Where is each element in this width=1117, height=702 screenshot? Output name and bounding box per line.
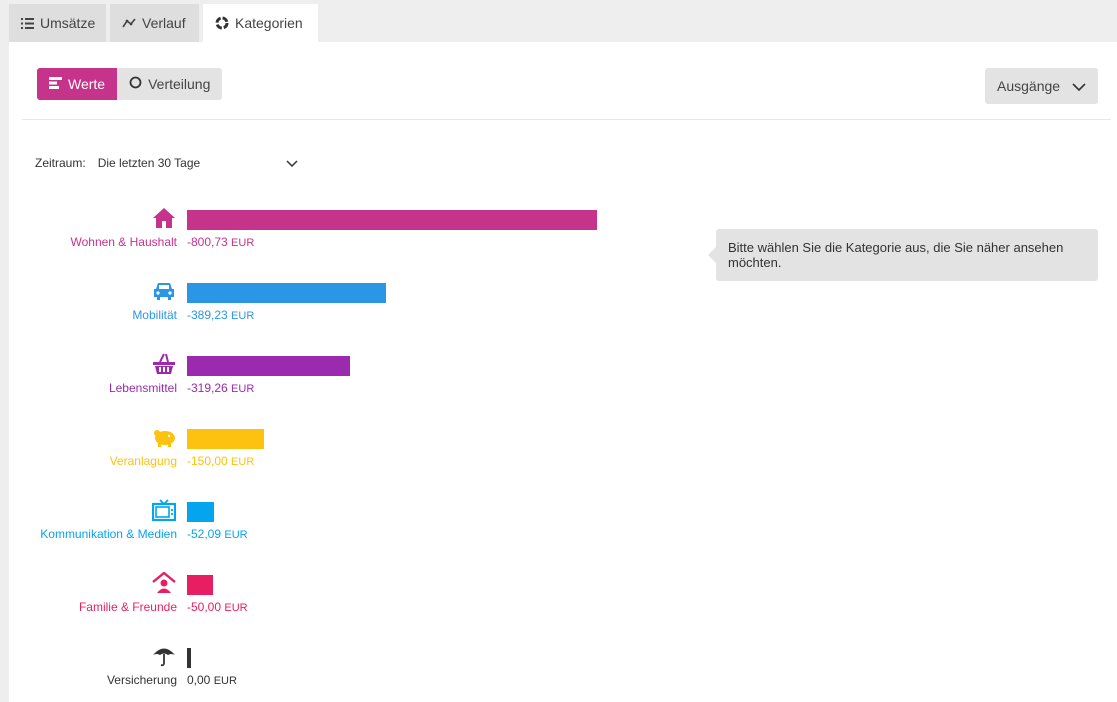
amount-value: -150,00	[187, 454, 232, 468]
bars-icon	[49, 76, 62, 92]
amount-currency: EUR	[231, 383, 255, 395]
verteilung-button[interactable]: Verteilung	[117, 68, 223, 100]
category-bar[interactable]	[187, 648, 191, 668]
period-select[interactable]: Die letzten 30 Tage	[98, 156, 298, 170]
line-chart-icon	[122, 16, 136, 30]
werte-label: Werte	[68, 76, 106, 92]
amount-currency: EUR	[231, 456, 255, 468]
period-label: Zeitraum:	[35, 156, 86, 170]
category-label: Mobilität	[132, 308, 177, 322]
amount-currency: EUR	[224, 529, 248, 541]
tv-icon	[151, 499, 177, 523]
amount-currency: EUR	[224, 602, 248, 614]
category-label: Versicherung	[106, 673, 177, 687]
category-row[interactable]: Versicherung 0,00 EUR	[9, 645, 709, 702]
category-row[interactable]: Mobilität -389,23 EUR	[9, 280, 709, 340]
category-row[interactable]: Veranlagung -150,00 EUR	[9, 426, 709, 486]
tab-umsaetze[interactable]: Umsätze	[9, 4, 106, 42]
amount-value: -389,23	[187, 308, 232, 322]
period-filter: Zeitraum: Die letzten 30 Tage	[35, 156, 298, 170]
category-label: Kommunikation & Medien	[40, 527, 177, 541]
tooltip-text: Bitte wählen Sie die Kategorie aus, die …	[728, 240, 1064, 270]
list-icon	[21, 16, 34, 30]
category-label: Familie & Freunde	[78, 600, 177, 614]
donut-icon	[215, 16, 229, 30]
umbrella-icon	[151, 645, 177, 669]
car-icon	[151, 280, 177, 304]
category-amount: -319,26 EUR	[187, 381, 254, 395]
amount-currency: EUR	[213, 675, 237, 687]
category-row[interactable]: Wohnen & Haushalt -800,73 EUR	[9, 207, 709, 267]
hint-tooltip: Bitte wählen Sie die Kategorie aus, die …	[708, 229, 1098, 281]
category-label: Wohnen & Haushalt	[70, 235, 177, 249]
category-amount: -50,00 EUR	[187, 600, 248, 614]
category-bar[interactable]	[187, 356, 351, 376]
amount-value: -52,09	[187, 527, 225, 541]
amount-value: 0,00	[187, 673, 214, 687]
chevron-down-icon	[1072, 78, 1086, 94]
circle-icon	[129, 76, 142, 92]
amount-currency: EUR	[231, 237, 255, 249]
category-row[interactable]: Lebensmittel -319,26 EUR	[9, 353, 709, 413]
amount-currency: EUR	[231, 310, 255, 322]
family-icon	[151, 572, 177, 596]
period-value: Die letzten 30 Tage	[97, 156, 201, 170]
piggy-bank-icon	[151, 426, 177, 450]
category-bar[interactable]	[187, 210, 597, 230]
tab-label: Verlauf	[142, 15, 186, 31]
category-amount: 0,00 EUR	[187, 673, 237, 687]
category-row[interactable]: Familie & Freunde -50,00 EUR	[9, 572, 709, 632]
tab-label: Umsätze	[40, 15, 96, 31]
divider	[22, 119, 1111, 120]
house-icon	[151, 207, 177, 231]
category-amount: -52,09 EUR	[187, 527, 248, 541]
tab-label: Kategorien	[235, 15, 303, 31]
view-toggle: Werte Verteilung	[37, 68, 223, 100]
category-amount: -800,73 EUR	[187, 235, 254, 249]
category-row[interactable]: Kommunikation & Medien -52,09 EUR	[9, 499, 709, 559]
amount-value: -50,00	[187, 600, 225, 614]
category-bar[interactable]	[187, 429, 264, 449]
category-amount: -389,23 EUR	[187, 308, 254, 322]
category-bar[interactable]	[187, 575, 213, 595]
tab-kategorien[interactable]: Kategorien	[203, 4, 318, 42]
category-label: Veranlagung	[109, 454, 177, 468]
werte-button[interactable]: Werte	[37, 68, 118, 100]
amount-value: -800,73	[187, 235, 232, 249]
direction-select[interactable]: Ausgänge	[985, 68, 1098, 104]
basket-icon	[151, 353, 177, 377]
amount-value: -319,26	[187, 381, 232, 395]
tab-verlauf[interactable]: Verlauf	[110, 4, 199, 42]
verteilung-label: Verteilung	[148, 76, 211, 92]
chevron-down-icon	[286, 156, 298, 170]
direction-value: Ausgänge	[997, 78, 1061, 94]
tab-bar: Umsätze Verlauf Kategorien	[0, 0, 1117, 42]
categories-panel: Werte Verteilung Ausgänge Zeitraum: Die …	[9, 42, 1117, 702]
category-amount: -150,00 EUR	[187, 454, 254, 468]
category-bar[interactable]	[187, 502, 214, 522]
category-bar[interactable]	[187, 283, 387, 303]
category-label: Lebensmittel	[108, 381, 177, 395]
